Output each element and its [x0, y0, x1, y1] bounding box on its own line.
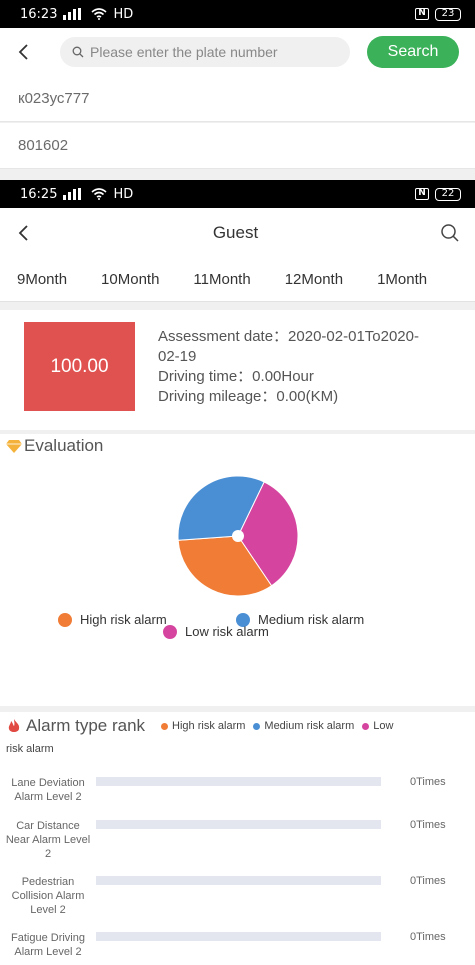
rank-times: 0Times	[410, 875, 446, 887]
result-item[interactable]: к023ус777	[0, 76, 475, 122]
wifi-icon	[91, 188, 107, 200]
network-label: HD	[113, 6, 134, 22]
battery-icon: 23	[435, 7, 461, 21]
page-title: Guest	[212, 223, 259, 242]
report-header: Guest	[0, 208, 475, 258]
driving-time: Driving time：0.00Hour	[158, 368, 314, 385]
nfc-icon: N	[415, 8, 429, 20]
driving-mileage: Driving mileage：0.00(KM)	[158, 388, 339, 405]
legend-low: Low risk alarm	[163, 624, 269, 639]
clock: 16:23	[20, 6, 58, 22]
risk-pie-chart	[177, 475, 299, 597]
alarm-rank-legend: High risk alarm Medium risk alarm Low	[157, 720, 393, 732]
assessment-date: Assessment date：2020-02-01To2020-	[158, 328, 419, 345]
back-button[interactable]	[0, 209, 46, 257]
alarm-rank-legend-cont: risk alarm	[6, 743, 54, 755]
search-box[interactable]	[60, 37, 350, 67]
score-badge: 100.00	[24, 322, 135, 411]
evaluation-title: Evaluation	[6, 436, 103, 456]
search-button[interactable]	[425, 208, 475, 258]
assessment-info: Assessment date：2020-02-01To2020- 02-19 …	[158, 327, 468, 407]
result-item[interactable]: 801602	[0, 123, 475, 169]
wifi-icon	[91, 8, 107, 20]
status-bar: 16:25 HD N 22	[0, 180, 475, 208]
chevron-left-icon	[18, 225, 28, 241]
assessment-summary: 100.00 Assessment date：2020-02-01To2020-…	[0, 310, 475, 430]
tab-1month[interactable]: 1Month	[360, 271, 444, 288]
signal-icon	[63, 8, 82, 20]
search-icon	[72, 46, 84, 58]
legend-high-dot	[58, 612, 72, 627]
battery-icon: 22	[435, 187, 461, 201]
legend-medium-dot	[253, 722, 261, 730]
rank-times: 0Times	[410, 931, 446, 943]
chevron-left-icon	[18, 44, 28, 60]
legend-low-dot	[362, 722, 370, 730]
alarm-rank-section: Alarm type rank High risk alarm Medium r…	[0, 712, 475, 965]
search-header: Search	[0, 28, 475, 76]
month-tabs: 9Month 10Month 11Month 12Month 1Month	[0, 258, 475, 302]
tab-11month[interactable]: 11Month	[176, 271, 267, 288]
evaluation-section: Evaluation High risk alarm Medium risk a…	[0, 434, 475, 706]
rank-label: Fatigue Driving Alarm Level 2	[11, 932, 85, 958]
network-label: HD	[113, 186, 134, 202]
search-button[interactable]: Search	[367, 36, 459, 68]
rank-times: 0Times	[410, 776, 446, 788]
diamond-icon	[6, 440, 22, 453]
clock: 16:25	[20, 186, 58, 202]
rank-label: Lane Deviation Alarm Level 2	[11, 777, 85, 803]
tab-10month[interactable]: 10Month	[84, 271, 176, 288]
back-button[interactable]	[0, 28, 46, 76]
status-bar: 16:23 HD N 23	[0, 0, 475, 28]
rank-label: Car Distance Near Alarm Level 2	[5, 820, 91, 860]
tab-9month[interactable]: 9Month	[0, 271, 84, 288]
legend-high-dot	[161, 722, 169, 730]
legend-low-dot	[163, 624, 177, 639]
alarm-rank-header: Alarm type rank High risk alarm Medium r…	[6, 716, 393, 736]
legend-high: High risk alarm	[58, 612, 167, 627]
signal-icon	[63, 188, 82, 200]
rank-label: Pedestrian Collision Alarm Level 2	[11, 876, 85, 916]
rank-bar	[96, 777, 381, 786]
pie-center-hole	[232, 530, 244, 542]
alarm-rank-title: Alarm type rank	[26, 716, 146, 735]
rank-times: 0Times	[410, 819, 446, 831]
plate-search-input[interactable]	[90, 44, 330, 60]
assessment-date-cont: 02-19	[158, 348, 197, 365]
rank-bar	[96, 876, 381, 885]
rank-bar	[96, 932, 381, 941]
nfc-icon: N	[415, 188, 429, 200]
flame-icon	[8, 719, 20, 732]
rank-bar	[96, 820, 381, 829]
search-icon	[441, 224, 459, 242]
tab-12month[interactable]: 12Month	[268, 271, 360, 288]
